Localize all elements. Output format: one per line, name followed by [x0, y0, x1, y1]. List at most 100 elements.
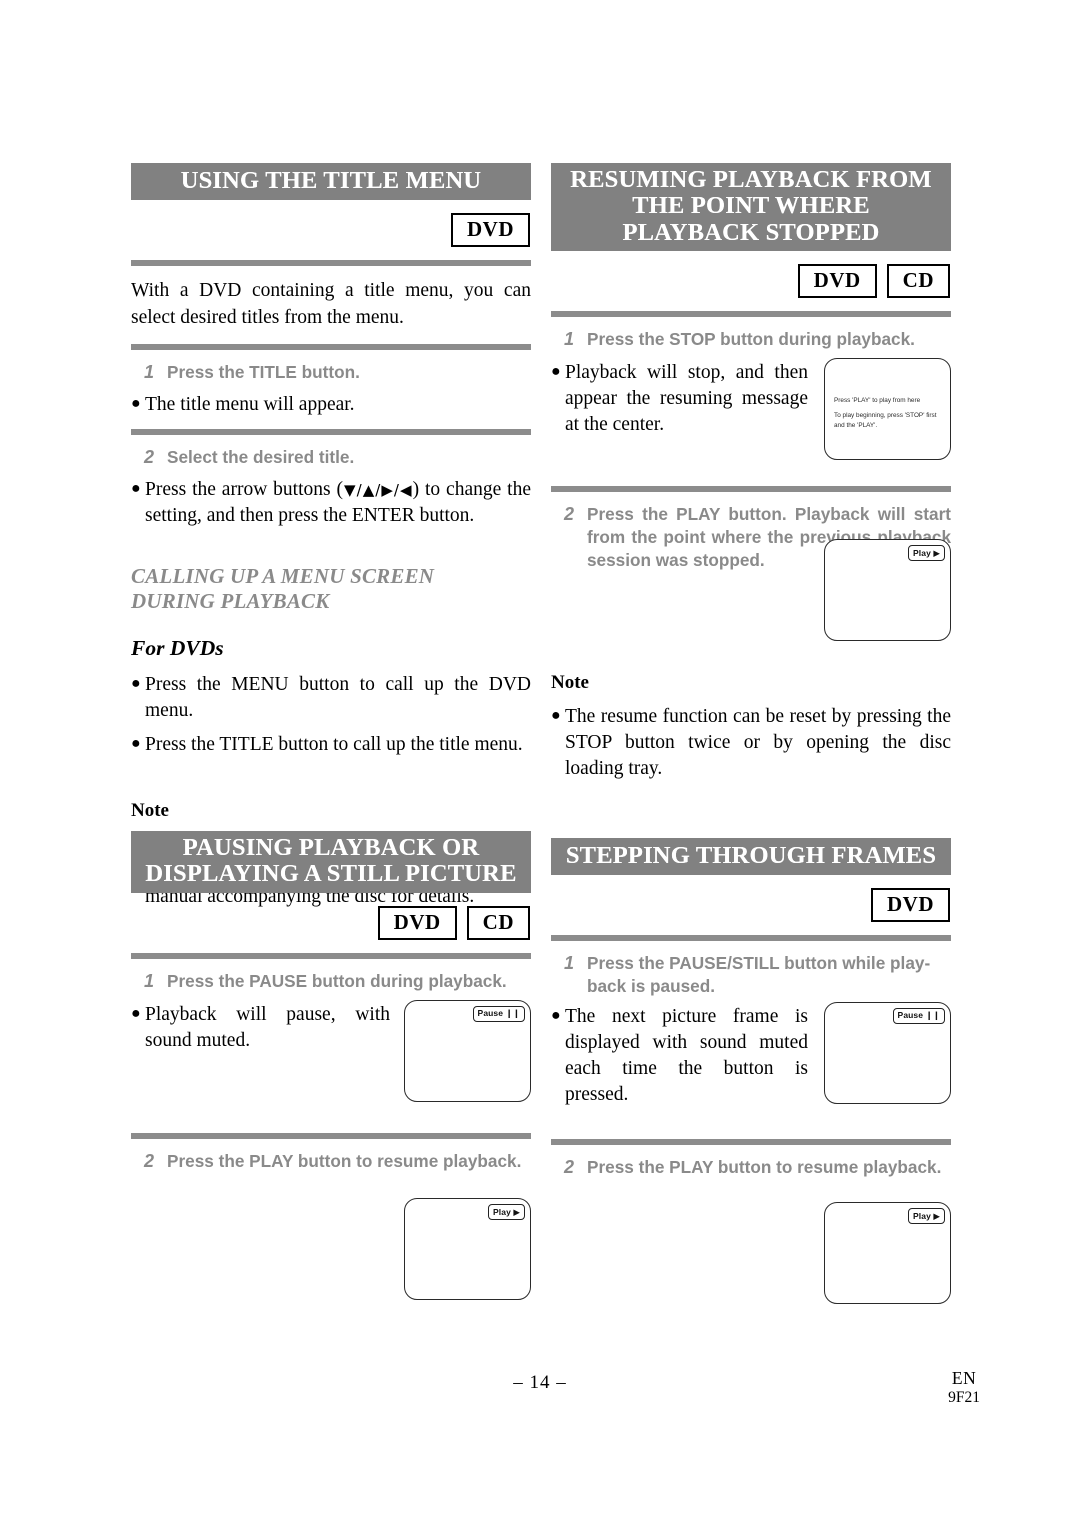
banner-line-2: DISPLAYING A STILL PICTURE	[145, 860, 517, 888]
note-text: The resume function can be reset by pres…	[565, 706, 951, 780]
section-intro-text: With a DVD containing a title menu, you …	[131, 280, 531, 328]
bullet-arrow-buttons: ● Press the arrow buttons (▼/▲/▶/◀) to c…	[131, 477, 531, 529]
pause-indicator-icon: Pause ❙❙	[892, 1007, 945, 1024]
language-code: EN	[951, 1368, 977, 1388]
banner-line-1: PAUSING PLAYBACK OR	[182, 834, 480, 861]
play-illustration-row: Play ▶	[131, 1198, 531, 1301]
page-number: – 14 –	[513, 1372, 567, 1393]
step-label: Press the STOP button during playback.	[587, 329, 915, 350]
step-number: 2	[143, 1150, 154, 1171]
step-label: Press the PAUSE/STILL button while play-…	[587, 953, 931, 997]
disc-badge-row: DVD CD	[551, 264, 951, 299]
bullet-text: Press the MENU button to call up the DVD…	[145, 673, 531, 721]
play-illustration-row: Play ▶	[551, 1202, 951, 1305]
pause-text-block: ● Playback will pause, with sound muted.	[131, 1000, 404, 1054]
arrow-buttons-icon: ▼/▲/▶/◀	[343, 481, 413, 500]
section-divider	[551, 935, 951, 942]
bullet-playback-pause: ● Playback will pause, with sound muted.	[131, 1002, 404, 1054]
note-heading: Note	[551, 672, 589, 694]
tv-screen-wrapper: Pause ❙❙	[404, 999, 531, 1102]
bullet-dot-icon: ●	[131, 735, 141, 753]
step-2-select-title: 2 Select the desired title.	[131, 446, 531, 470]
play-indicator-icon: Play ▶	[908, 1208, 945, 1225]
on-screen-message: Press 'PLAY' to play from here To play b…	[834, 396, 943, 430]
bullet-dot-icon: ●	[551, 363, 561, 381]
frame-step-illustration-row: ● The next picture frame is displayed wi…	[551, 1001, 951, 1109]
banner-line-1: RESUMING PLAYBACK FROM	[570, 166, 932, 193]
bullet-dot-icon: ●	[131, 1004, 141, 1022]
bullet-next-picture-frame: ● The next picture frame is displayed wi…	[551, 1004, 824, 1109]
section-banner-pausing-playback: PAUSING PLAYBACK OR DISPLAYING A STILL P…	[131, 831, 531, 893]
tv-screen-paused: Pause ❙❙	[824, 1001, 951, 1104]
disc-badge-dvd: DVD	[797, 264, 877, 299]
subsection-heading-calling-up-menu: CALLING UP A MENU SCREEN DURING PLAYBACK	[131, 564, 531, 615]
step-divider-2	[131, 428, 531, 435]
tv-screen-wrapper: Pause ❙❙	[824, 1001, 951, 1104]
bullet-dot-icon: ●	[131, 480, 141, 498]
bullet-text: The title menu will appear.	[145, 394, 355, 416]
disc-badge-dvd: DVD	[377, 905, 457, 940]
bullet-dot-icon: ●	[551, 707, 561, 725]
step-number: 1	[143, 361, 154, 382]
left-column-section-pausing-playback: PAUSING PLAYBACK OR DISPLAYING A STILL P…	[131, 831, 531, 1301]
step-number: 2	[563, 1157, 574, 1178]
bullet-dot-icon: ●	[551, 1006, 561, 1024]
step-label: Press the PAUSE button during playback.	[167, 970, 507, 991]
step-number: 2	[143, 446, 154, 467]
frame-step-text-block: ● The next picture frame is displayed wi…	[551, 1002, 824, 1109]
step-label: Press the TITLE button.	[167, 361, 360, 382]
manual-page: USING THE TITLE MENU DVD With a DVD cont…	[0, 0, 1080, 1528]
section-banner-stepping-through-frames: STEPPING THROUGH FRAMES	[551, 838, 951, 876]
step-1-pause-still-button: 1 Press the PAUSE/STILL button while pla…	[551, 952, 951, 997]
step-label: Select the desired title.	[167, 446, 355, 467]
step-divider	[131, 1132, 531, 1139]
subsection-heading-line-1: CALLING UP A MENU SCREEN	[131, 563, 435, 588]
bullet-dot-icon: ●	[131, 395, 141, 413]
bullet-text: Playback will pause, with sound muted.	[145, 1003, 390, 1051]
banner-line-2: THE POINT WHERE	[632, 192, 870, 220]
step-number: 1	[563, 329, 574, 350]
document-code: 9F21	[948, 1388, 980, 1406]
disc-badge-row: DVD	[131, 213, 531, 248]
step-2-play-button: 2 Press the PLAY button to resume playba…	[131, 1150, 531, 1174]
step-1-pause-button: 1 Press the PAUSE button during playback…	[131, 970, 531, 994]
step-label: Press the PLAY button to resume playback…	[587, 1157, 942, 1178]
tv-screen-paused: Pause ❙❙	[404, 999, 531, 1102]
step-divider	[551, 1139, 951, 1146]
section-divider	[131, 260, 531, 267]
pause-indicator-icon: Pause ❙❙	[472, 1005, 525, 1022]
bullet-dot-icon: ●	[131, 674, 141, 692]
note-heading: Note	[131, 800, 169, 822]
subsection-heading-line-2: DURING PLAYBACK	[131, 589, 330, 614]
tv-screen-playing: Play ▶	[404, 1198, 531, 1301]
pause-illustration-row: ● Playback will pause, with sound muted.…	[131, 999, 531, 1102]
section-banner-resuming-playback: RESUMING PLAYBACK FROM THE POINT WHERE P…	[551, 163, 951, 252]
step-number: 1	[563, 953, 574, 974]
section-divider	[131, 952, 531, 959]
tv-screen-resume-message: Press 'PLAY' to play from here To play b…	[824, 358, 951, 461]
disc-badge-cd: CD	[466, 905, 530, 940]
bullet-menu-button: ● Press the MENU button to call up the D…	[131, 672, 531, 724]
footer-document-code: EN 9F21	[948, 1368, 980, 1407]
bullet-title-menu-appear: ● The title menu will appear.	[131, 392, 531, 418]
disc-badge-row: DVD	[551, 888, 951, 923]
step-number: 1	[143, 970, 154, 991]
bullet-text: Playback will stop, and then appear the …	[565, 362, 808, 436]
bullet-text: Press the TITLE button to call up the ti…	[145, 734, 523, 756]
section-banner-using-title-menu: USING THE TITLE MENU	[131, 163, 531, 201]
section-divider	[551, 311, 951, 318]
resume-message-illustration-row: ● Playback will stop, and then appear th…	[551, 358, 951, 461]
disc-badge-dvd: DVD	[871, 888, 950, 923]
bullet-text: The next picture frame is displayed with…	[565, 1005, 808, 1106]
play-indicator-icon: Play ▶	[488, 1204, 525, 1221]
step-1-title-button: 1 Press the TITLE button.	[131, 361, 531, 385]
banner-line-3: PLAYBACK STOPPED	[622, 218, 880, 246]
step-label: Press the PLAY button to resume playback…	[167, 1150, 522, 1171]
bullet-text: Press the arrow buttons (▼/▲/▶/◀) to cha…	[145, 477, 531, 529]
disc-badge-dvd: DVD	[451, 213, 530, 248]
bullet-text-pre: Press the arrow buttons (	[145, 479, 344, 501]
step-1-stop-button: 1 Press the STOP button during playback.	[551, 328, 951, 352]
left-column-section-using-title-menu: USING THE TITLE MENU DVD With a DVD cont…	[131, 163, 531, 911]
right-column-section-resuming-playback: RESUMING PLAYBACK FROM THE POINT WHERE P…	[551, 163, 951, 783]
tv-screen-playing: Play ▶	[824, 1202, 951, 1305]
